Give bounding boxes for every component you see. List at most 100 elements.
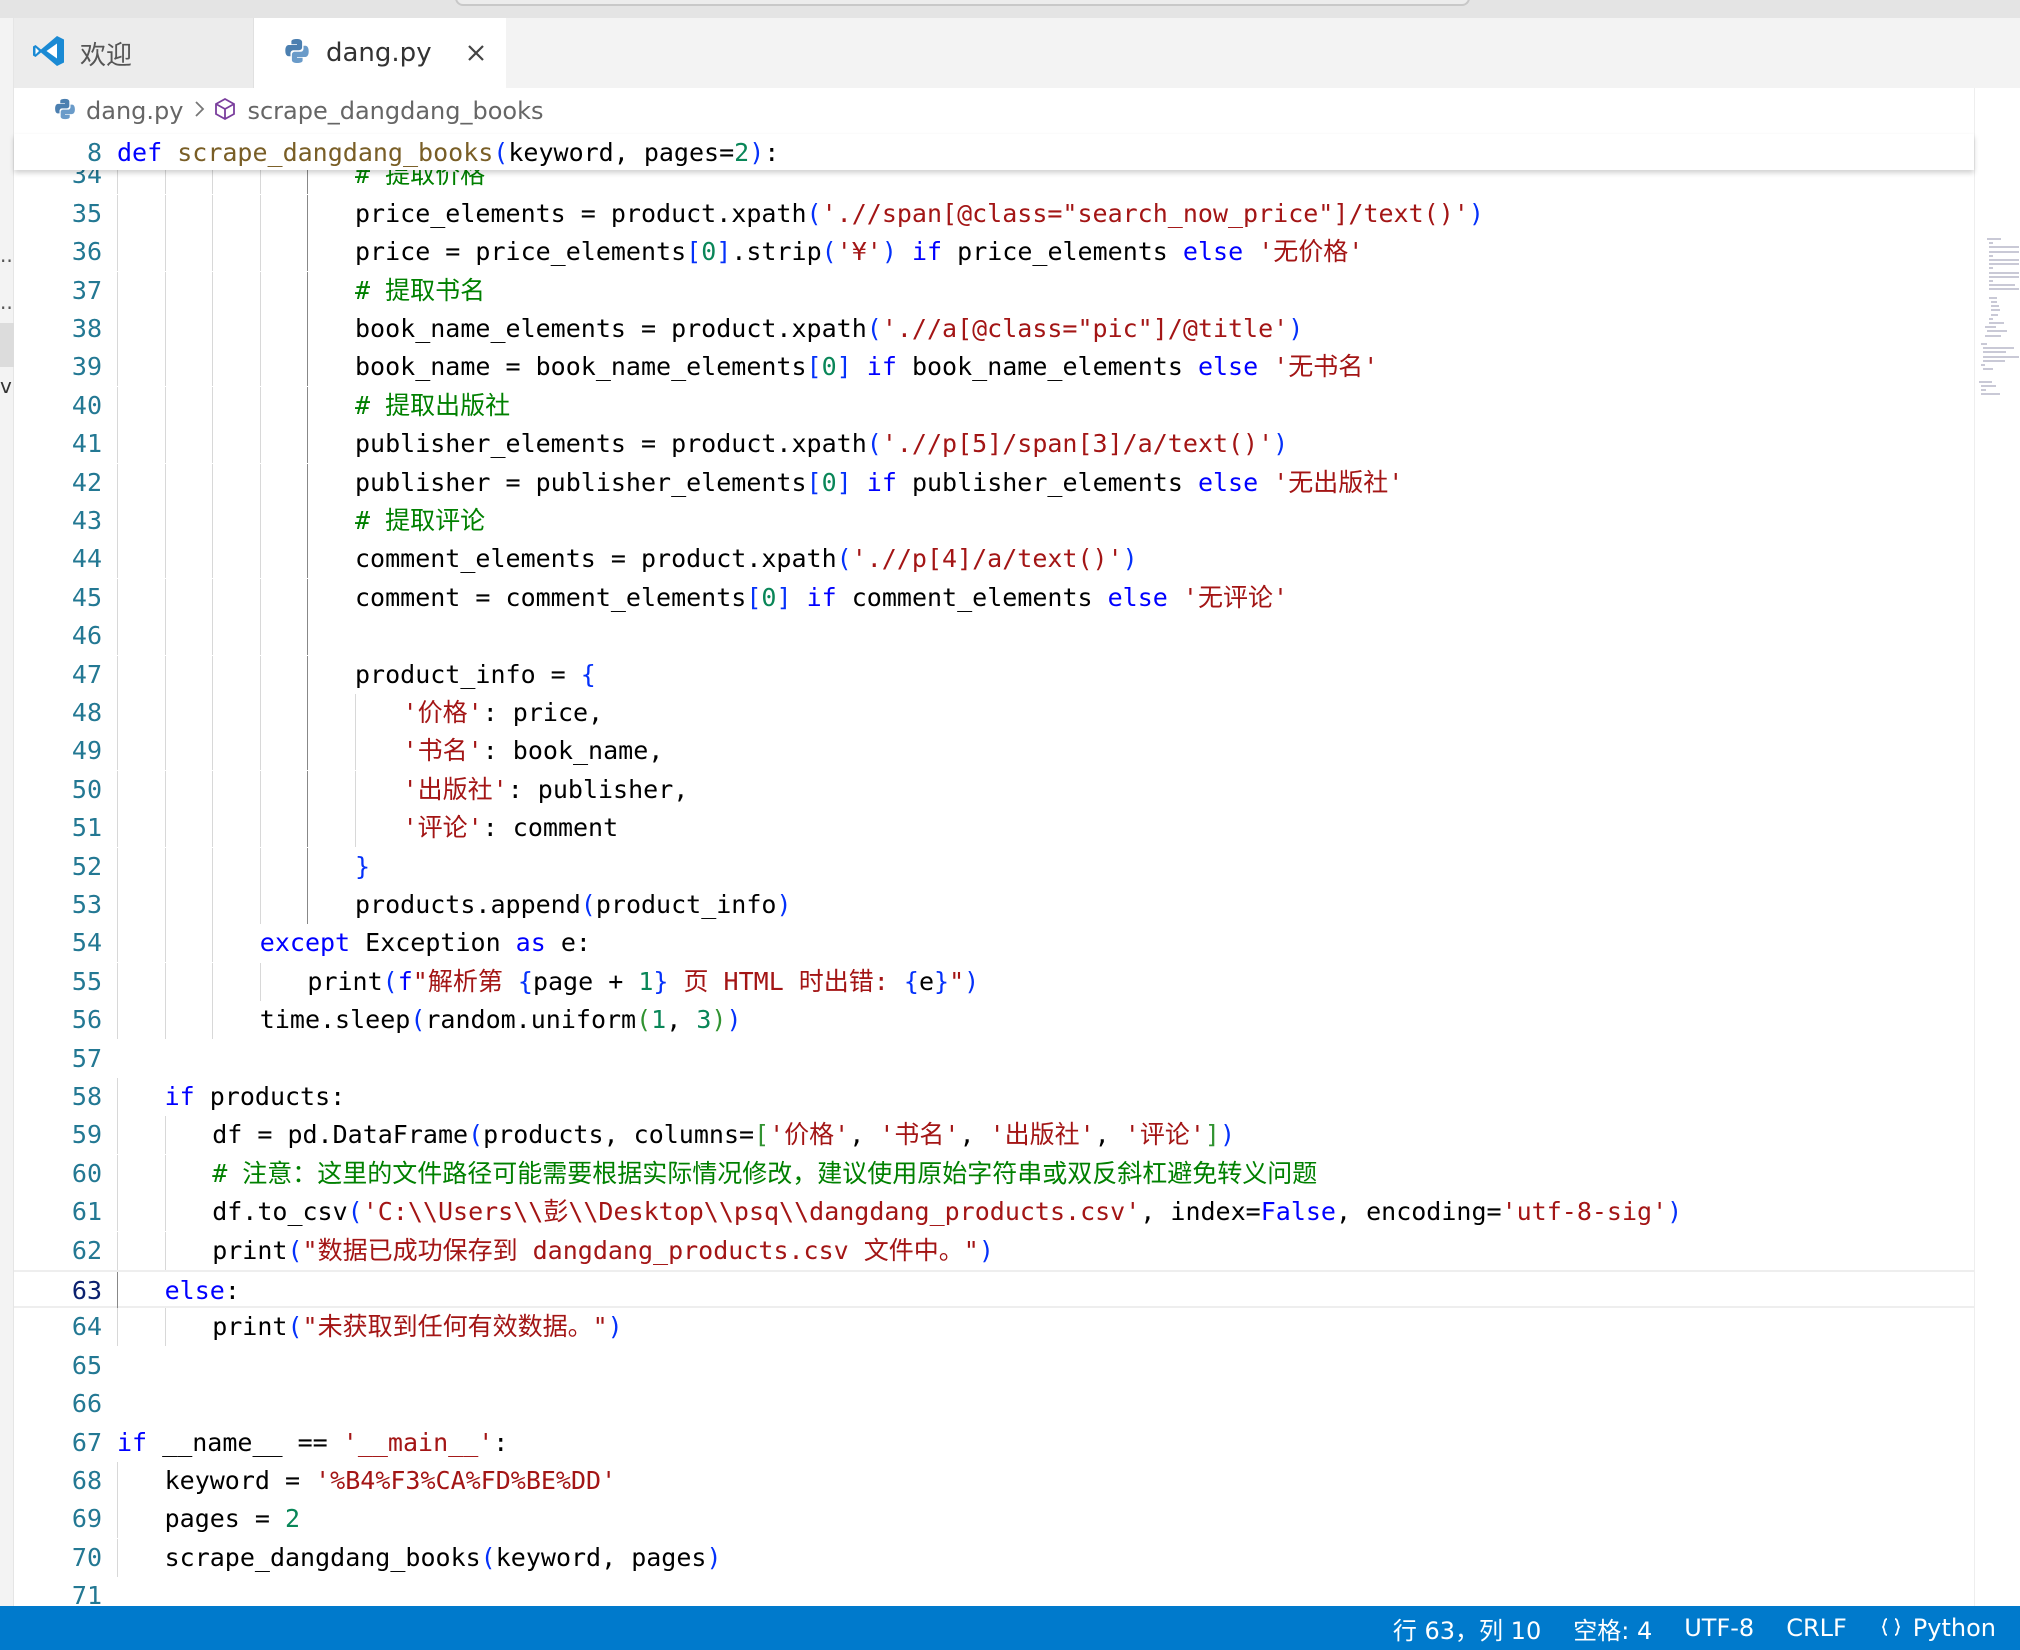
code-line[interactable]: 51 '评论': comment xyxy=(14,809,1974,848)
code-token: products, columns= xyxy=(483,1120,755,1150)
indent-guide xyxy=(164,502,166,540)
code-line[interactable]: 39 book_name = book_name_elements[0] if b… xyxy=(14,348,1974,387)
code-token: '无出版社' xyxy=(1273,467,1404,497)
code-token: 3 xyxy=(696,1005,712,1035)
code-text: print(f"解析第 {page + 1} 页 HTML 时出错: {e}") xyxy=(307,963,979,1001)
code-token: scrape_dangdang_books xyxy=(177,138,494,167)
tab-welcome[interactable]: 欢迎 xyxy=(14,18,254,88)
explorer-selected-row[interactable] xyxy=(0,323,14,367)
minimap-line xyxy=(1981,385,1996,387)
breadcrumb-file[interactable]: dang.py xyxy=(86,97,183,125)
code-text: time.sleep(random.uniform(1, 3)) xyxy=(260,1001,742,1039)
code-line[interactable]: 43 # 提取评论 xyxy=(14,502,1974,540)
code-text: '书名': book_name, xyxy=(403,732,664,770)
indent-guide xyxy=(259,463,261,502)
code-text: except Exception as e: xyxy=(260,924,591,962)
code-line[interactable]: 61 df.to_csv('C:\\Users\\彭\\Desktop\\psq\… xyxy=(14,1193,1974,1232)
sticky-line-number: 8 xyxy=(86,138,102,167)
indent-guide xyxy=(117,348,118,387)
minimap-line xyxy=(1989,296,1997,299)
command-center-search[interactable] xyxy=(455,0,1470,6)
code-token: './/span[@class="search_now_price"]/text… xyxy=(821,198,1469,228)
code-text: } xyxy=(355,848,370,886)
sticky-scroll-header[interactable]: 8 def scrape_dangdang_books(keyword, pag… xyxy=(14,134,1974,170)
line-number: 42 xyxy=(71,467,102,497)
indent-guide xyxy=(259,809,261,848)
code-line[interactable]: 67 if __name__ == '__main__': xyxy=(14,1424,1974,1462)
code-editor[interactable]: 33for product in product_list:34# 提取价格35… xyxy=(14,134,1974,1606)
code-line[interactable]: 55 print(f"解析第 {page + 1} 页 HTML 时出错: {e}… xyxy=(14,962,1974,1001)
indent-guide xyxy=(117,310,118,348)
code-line[interactable]: 49 '书名': book_name, xyxy=(14,732,1974,771)
status-language[interactable]: Python xyxy=(1879,1614,1996,1642)
code-line[interactable]: 44 comment_elements = product.xpath('.//p… xyxy=(14,540,1974,579)
minimap-line xyxy=(1983,359,2005,362)
tab-welcome-label: 欢迎 xyxy=(80,40,133,71)
code-line[interactable]: 54 except Exception as e: xyxy=(14,924,1974,963)
code-token: : publisher, xyxy=(507,774,689,804)
code-line[interactable]: 36 price = price_elements[0].strip('¥') i… xyxy=(14,233,1974,272)
code-line[interactable]: 62 print("数据已成功保存到 dangdang_products.csv … xyxy=(14,1231,1974,1270)
code-line[interactable]: 45 comment = comment_elements[0] if comme… xyxy=(14,578,1974,617)
code-line[interactable]: 40 # 提取出版社 xyxy=(14,386,1974,425)
code-line[interactable]: 50 '出版社': publisher, xyxy=(14,770,1974,809)
tab-bar: 欢迎 dang.py xyxy=(14,18,2020,88)
minimap-line xyxy=(1991,313,1998,316)
code-line[interactable]: 47 product_info = { xyxy=(14,655,1974,694)
minimap-line xyxy=(1983,347,2014,350)
code-line[interactable]: 70 scrape_dangdang_books(keyword, pages) xyxy=(14,1538,1974,1577)
code-token: : xyxy=(224,1276,240,1305)
code-token: product_info xyxy=(595,890,777,919)
code-token: book_name_elements xyxy=(911,352,1198,382)
code-line[interactable]: 42 publisher = publisher_elements[0] if p… xyxy=(14,463,1974,502)
indent-guide xyxy=(355,694,356,732)
code-line[interactable]: 69 pages = 2 xyxy=(14,1500,1974,1539)
status-indentation[interactable]: 空格: 4 xyxy=(1573,1611,1652,1646)
code-line[interactable]: 35 price_elements = product.xpath('.//spa… xyxy=(14,194,1974,233)
code-token: ( xyxy=(580,890,596,919)
code-text: '价格': price, xyxy=(403,694,604,732)
code-line[interactable]: 58 if products: xyxy=(14,1078,1974,1116)
indent-guide xyxy=(117,1231,118,1270)
minimap[interactable] xyxy=(1974,88,2020,1606)
code-line[interactable]: 57 xyxy=(14,1040,1974,1078)
code-line[interactable]: 66 xyxy=(14,1385,1974,1423)
indent-guide xyxy=(212,271,214,310)
status-cursor-position[interactable]: 行 63，列 10 xyxy=(1393,1611,1541,1646)
code-line[interactable]: 63 else: xyxy=(14,1270,1974,1310)
code-line[interactable]: 71 xyxy=(14,1577,1974,1606)
breadcrumb-symbol[interactable]: scrape_dangdang_books xyxy=(247,97,543,125)
line-number: 64 xyxy=(71,1312,102,1342)
status-eol[interactable]: CRLF xyxy=(1786,1614,1847,1642)
code-token: { xyxy=(517,966,533,996)
code-token: [ xyxy=(754,1120,770,1150)
code-line[interactable]: 37 # 提取书名 xyxy=(14,271,1974,310)
code-line[interactable]: 38 book_name_elements = product.xpath('./… xyxy=(14,310,1974,348)
code-line[interactable]: 41 publisher_elements = product.xpath('./… xyxy=(14,425,1974,464)
indent-guide xyxy=(307,194,309,233)
indent-guide xyxy=(164,310,166,348)
code-line[interactable]: 60 # 注意：这里的文件路径可能需要根据实际情况修改，建议使用原始字符串或双反斜… xyxy=(14,1154,1974,1193)
code-line[interactable]: 68 keyword = '%B4%F3%CA%FD%BE%DD' xyxy=(14,1462,1974,1500)
indent-guide xyxy=(259,732,261,771)
code-line[interactable]: 56 time.sleep(random.uniform(1, 3)) xyxy=(14,1001,1974,1040)
code-token: ) xyxy=(607,1312,623,1342)
indent-guide xyxy=(164,233,166,272)
code-token: 页 HTML 时出错: xyxy=(668,966,904,996)
code-line[interactable]: 48 '价格': price, xyxy=(14,694,1974,732)
close-icon[interactable] xyxy=(460,37,492,69)
code-line[interactable]: 59 df = pd.DataFrame(products, columns=['… xyxy=(14,1116,1974,1155)
code-token: else xyxy=(1182,237,1259,267)
code-line[interactable]: 52} xyxy=(14,847,1974,886)
code-line[interactable]: 46 xyxy=(14,617,1974,656)
tab-dang-py[interactable]: dang.py xyxy=(254,18,506,88)
line-number: 48 xyxy=(71,698,102,727)
code-line[interactable]: 64 print("未获取到任何有效数据。") xyxy=(14,1308,1974,1347)
status-encoding[interactable]: UTF-8 xyxy=(1684,1614,1754,1642)
minimap-line xyxy=(1989,267,1993,270)
code-line[interactable]: 53 products.append(product_info) xyxy=(14,886,1974,924)
code-line[interactable]: 65 xyxy=(14,1347,1974,1385)
code-token: print xyxy=(307,966,383,996)
line-number: 55 xyxy=(71,966,102,996)
minimap-line xyxy=(1985,334,2001,337)
